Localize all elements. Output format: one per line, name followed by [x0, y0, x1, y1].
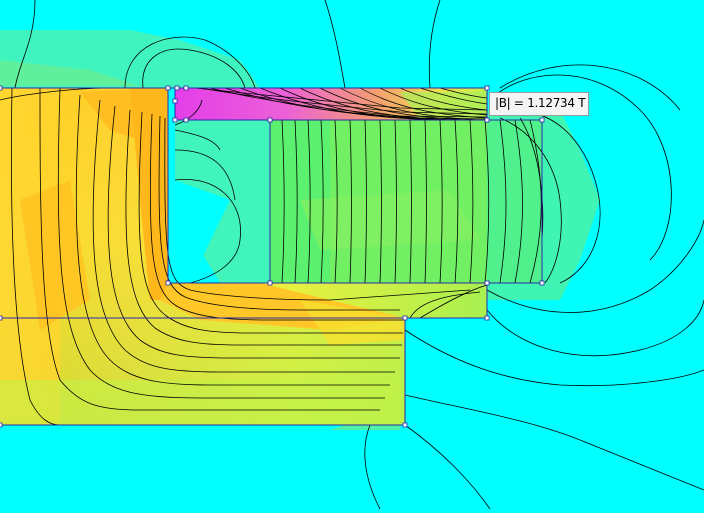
flux-density-plot — [0, 0, 704, 510]
coil-region — [270, 120, 542, 283]
field-value-tooltip: |B| = 1.12734 T — [489, 92, 589, 116]
field-value-text: |B| = 1.12734 T — [495, 96, 586, 110]
field-plot-viewport[interactable]: |B| = 1.12734 T — [0, 0, 704, 510]
